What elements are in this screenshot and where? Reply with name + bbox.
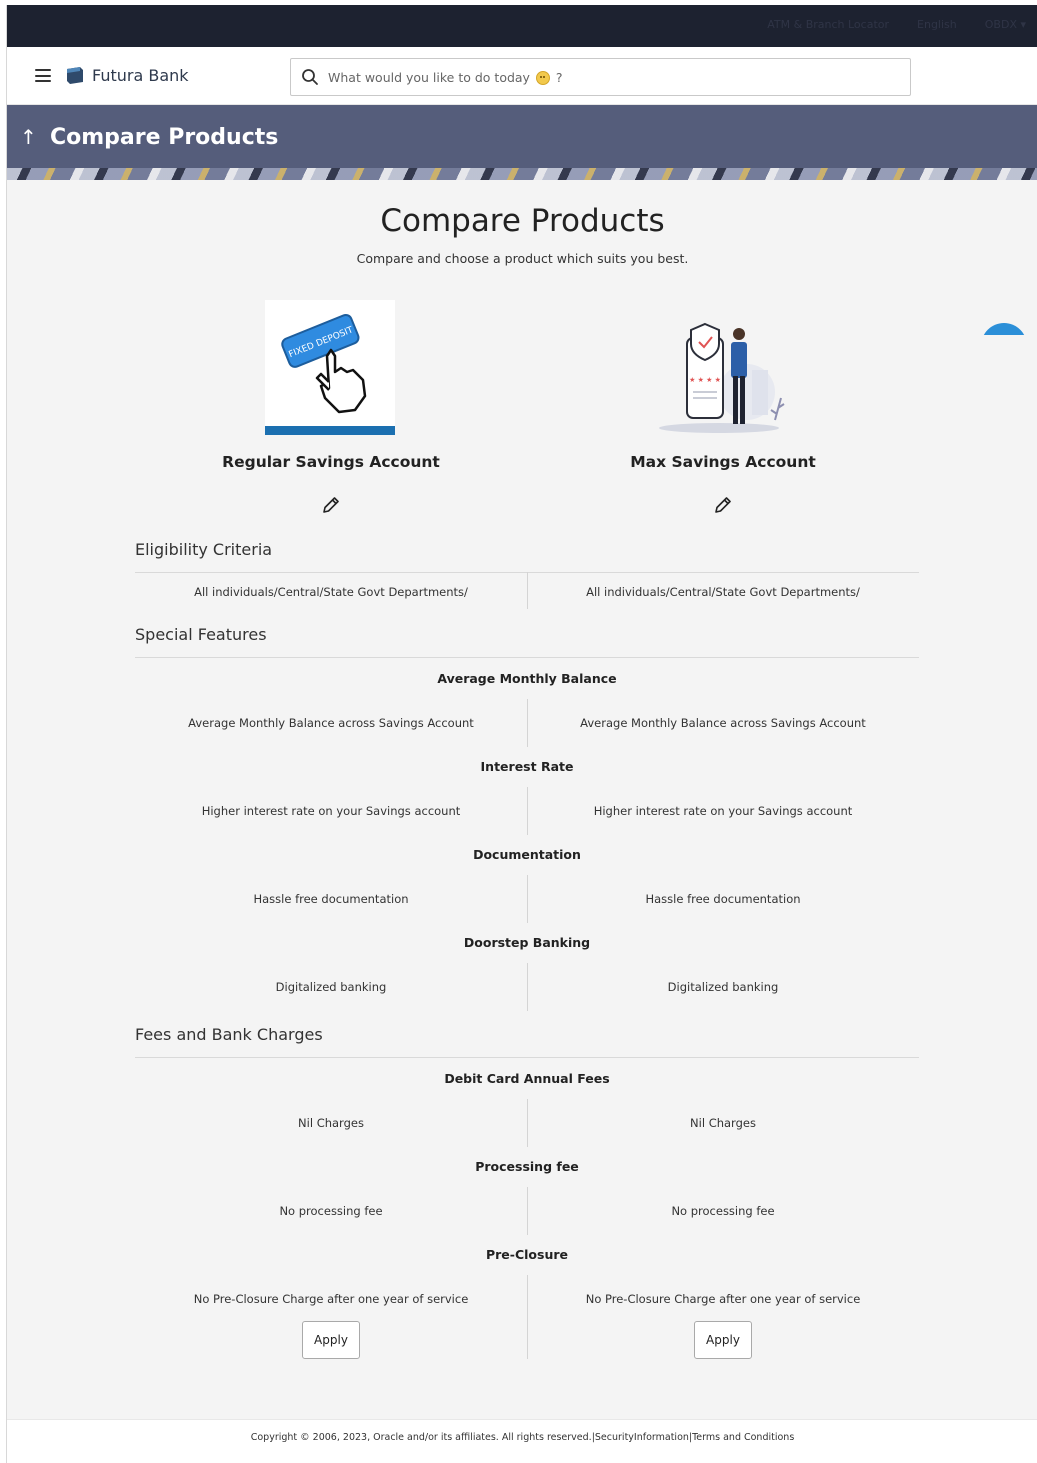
back-arrow-icon[interactable]: ↑	[20, 125, 37, 149]
fixed-deposit-image: FIXED DEPOSIT	[265, 300, 395, 435]
feature-value-right: Higher interest rate on your Savings acc…	[593, 804, 853, 818]
feature-value-left: Average Monthly Balance across Savings A…	[188, 716, 474, 730]
apply-button-max-savings[interactable]: Apply	[694, 1321, 752, 1359]
feature-value-right: Nil Charges	[690, 1116, 756, 1130]
edit-pencil-icon[interactable]	[321, 495, 341, 515]
banner-decoration	[7, 168, 1037, 180]
feature-value-right: Average Monthly Balance across Savings A…	[580, 716, 866, 730]
feature-title-pre-closure: Pre-Closure	[485, 1247, 569, 1262]
product-name-regular-savings: Regular Savings Account	[222, 453, 440, 471]
feature-title-debit-card-fees: Debit Card Annual Fees	[444, 1071, 610, 1086]
feature-value-left: Hassle free documentation	[253, 892, 409, 906]
smiley-icon	[535, 70, 550, 85]
section-title-special-features: Special Features	[135, 625, 267, 644]
atm-branch-locator-link[interactable]: ATM & Branch Locator	[767, 18, 889, 31]
page-subtitle: Compare and choose a product which suits…	[356, 251, 689, 266]
eligibility-value-left: All individuals/Central/State Govt Depar…	[194, 585, 468, 599]
feature-value-left: No processing fee	[279, 1204, 383, 1218]
feature-title-average-monthly-balance: Average Monthly Balance	[437, 671, 617, 686]
app-frame: ATM & Branch Locator English OBDX ▾ Futu…	[6, 5, 1037, 1463]
footer: Copyright © 2006, 2023, Oracle and/or it…	[7, 1419, 1037, 1463]
page-banner: ↑ Compare Products	[7, 105, 1037, 180]
feature-value-left: No Pre-Closure Charge after one year of …	[193, 1292, 469, 1306]
bank-logo[interactable]: Futura Bank	[66, 66, 189, 85]
feature-value-right: No Pre-Closure Charge after one year of …	[585, 1292, 861, 1306]
feature-value-left: Digitalized banking	[275, 980, 387, 994]
feature-value-right: Digitalized banking	[667, 980, 779, 994]
feature-title-documentation: Documentation	[473, 847, 581, 862]
page-title: Compare Products	[380, 203, 665, 239]
feature-value-left: Higher interest rate on your Savings acc…	[201, 804, 461, 818]
search-placeholder: What would you like to do today ?	[328, 69, 563, 85]
language-select[interactable]: English	[917, 18, 957, 31]
feature-title-processing-fee: Processing fee	[475, 1159, 579, 1174]
section-title-fees: Fees and Bank Charges	[135, 1025, 323, 1044]
bank-logo-icon	[67, 67, 83, 84]
feature-title-interest-rate: Interest Rate	[480, 759, 574, 774]
search-input[interactable]: What would you like to do today ?	[290, 58, 911, 96]
divider	[135, 657, 919, 658]
apply-button-regular-savings[interactable]: Apply	[302, 1321, 360, 1359]
top-bar: ATM & Branch Locator English OBDX ▾	[7, 5, 1037, 47]
menu-icon[interactable]	[35, 69, 51, 82]
edit-pencil-icon[interactable]	[713, 495, 733, 515]
svg-text:★ ★ ★ ★: ★ ★ ★ ★	[689, 376, 721, 384]
banner-title: Compare Products	[50, 125, 279, 150]
header: Futura Bank What would you like to do to…	[7, 47, 1037, 105]
search-icon	[302, 69, 318, 85]
divider	[135, 1057, 919, 1058]
section-title-eligibility: Eligibility Criteria	[135, 540, 273, 559]
product-name-max-savings: Max Savings Account	[630, 453, 816, 471]
footer-copyright: Copyright © 2006, 2023, Oracle and/or it…	[250, 1432, 795, 1443]
security-person-illustration: ★ ★ ★ ★	[659, 322, 785, 433]
feature-value-left: Nil Charges	[298, 1116, 364, 1130]
user-menu[interactable]: OBDX ▾	[985, 18, 1026, 31]
eligibility-value-right: All individuals/Central/State Govt Depar…	[586, 585, 860, 599]
feature-title-doorstep-banking: Doorstep Banking	[463, 935, 591, 950]
bank-name: Futura Bank	[92, 66, 189, 85]
feature-value-right: Hassle free documentation	[645, 892, 801, 906]
column-divider	[527, 1275, 528, 1359]
feature-value-right: No processing fee	[671, 1204, 775, 1218]
